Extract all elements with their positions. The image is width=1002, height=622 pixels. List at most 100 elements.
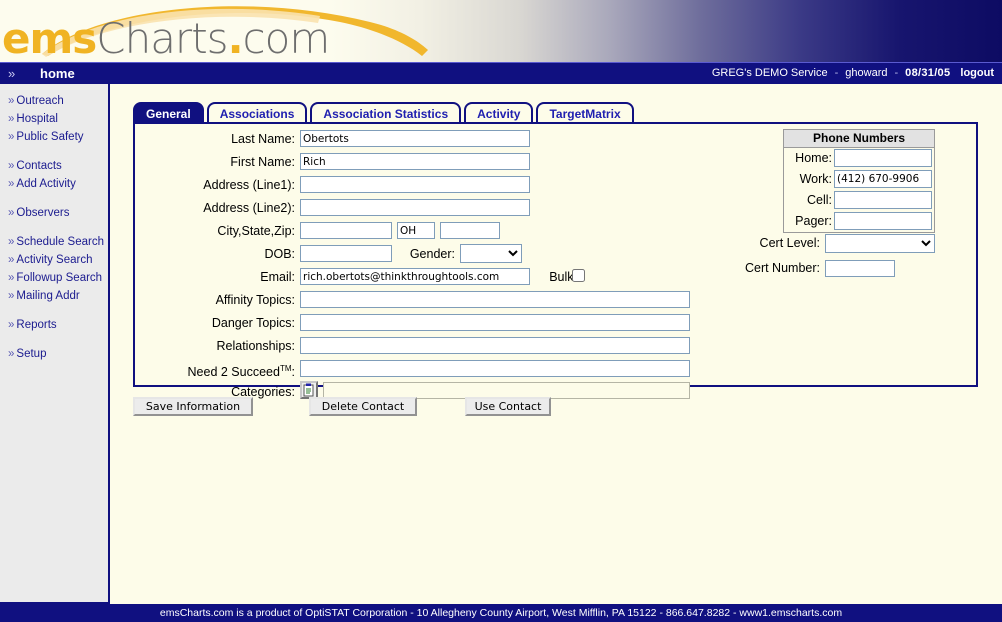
phone-label-home: Home:	[795, 151, 832, 165]
sidebar-item-label: Public Safety	[16, 131, 84, 143]
logo-text-dot: .	[227, 14, 244, 62]
tab-label: Activity	[477, 107, 521, 121]
last-name-input[interactable]	[300, 130, 530, 147]
tab-targetmatrix[interactable]: TargetMatrix	[536, 102, 634, 123]
main-content: General Associations Association Statistic…	[110, 84, 1002, 604]
need2succeed-label: Need 2 SucceedTM:	[155, 360, 295, 381]
phone-numbers-title: Phone Numbers	[784, 130, 934, 148]
sidebar-item-activity-search[interactable]: » Activity Search	[8, 251, 108, 269]
phone-input-work[interactable]	[834, 170, 932, 188]
address-line2-label: Address (Line2):	[203, 201, 295, 215]
gender-label: Gender:	[409, 247, 455, 261]
chevron-right-icon: »	[8, 178, 15, 190]
sidebar-item-add-activity[interactable]: » Add Activity	[8, 175, 108, 193]
nav-date: 08/31/05	[905, 67, 951, 79]
sidebar-item-label: Followup Search	[16, 272, 103, 284]
sidebar-item-label: Add Activity	[16, 178, 76, 190]
chevron-right-icon: »	[8, 131, 15, 143]
sidebar-item-hospital[interactable]: » Hospital	[8, 110, 108, 128]
sidebar-item-setup[interactable]: » Setup	[8, 345, 108, 363]
address-line2-input[interactable]	[300, 199, 530, 216]
need2succeed-label-text: Need 2 Succeed	[187, 365, 280, 380]
cert-number-input[interactable]	[825, 260, 895, 277]
cert-level-label: Cert Level:	[759, 236, 820, 250]
phone-input-pager[interactable]	[834, 212, 932, 230]
sidebar-item-outreach[interactable]: » Outreach	[8, 92, 108, 110]
bulk-checkbox[interactable]	[572, 269, 585, 282]
footer-bar: emsCharts.com is a product of OptiSTAT C…	[0, 604, 1002, 622]
zip-input[interactable]	[440, 222, 500, 239]
chevron-right-icon: »	[8, 207, 15, 219]
trademark-mark: TM	[279, 364, 292, 373]
sidebar-item-label: Outreach	[16, 95, 64, 107]
relationships-label: Relationships:	[216, 339, 295, 353]
save-information-button[interactable]: Save Information	[133, 397, 253, 416]
chevron-right-icon: »	[8, 236, 15, 248]
sidebar-group-divider	[8, 146, 108, 157]
chevron-right-icon: »	[8, 113, 15, 125]
first-name-input[interactable]	[300, 153, 530, 170]
site-logo: emsCharts.com	[2, 18, 330, 60]
button-label: Delete Contact	[321, 400, 405, 413]
city-state-zip-label: City,State,Zip:	[217, 224, 295, 238]
sidebar-group-divider	[8, 305, 108, 316]
phone-input-cell[interactable]	[834, 191, 932, 209]
nav-separator-1: -	[834, 67, 839, 79]
danger-topics-input[interactable]	[300, 314, 690, 331]
sidebar-item-mailing-addr[interactable]: » Mailing Addr	[8, 287, 108, 305]
tab-label: TargetMatrix	[549, 107, 621, 121]
nav-username: ghoward	[845, 67, 888, 79]
phone-row-cell: Cell:	[784, 190, 934, 211]
sidebar-group-divider	[8, 334, 108, 345]
tab-activity[interactable]: Activity	[464, 102, 534, 123]
tab-strip: General Associations Association Statistic…	[133, 102, 637, 124]
logout-link[interactable]: logout	[960, 67, 994, 79]
affinity-topics-input[interactable]	[300, 291, 690, 308]
use-contact-button[interactable]: Use Contact	[465, 397, 551, 416]
city-input[interactable]	[300, 222, 392, 239]
sidebar-group-divider	[8, 193, 108, 204]
logo-text-ems: ems	[2, 14, 97, 62]
address-line1-label: Address (Line1):	[203, 178, 295, 192]
phone-label-work: Work:	[799, 172, 832, 186]
tab-association-statistics[interactable]: Association Statistics	[310, 102, 462, 123]
cert-number-label: Cert Number:	[744, 261, 820, 275]
cert-level-select[interactable]	[825, 234, 935, 253]
nav-separator-2: -	[894, 67, 899, 79]
tab-label: Association Statistics	[323, 107, 449, 121]
last-name-label: Last Name:	[231, 132, 295, 146]
sidebar-item-label: Setup	[16, 348, 47, 360]
sidebar-item-schedule-search[interactable]: » Schedule Search	[8, 233, 108, 251]
sidebar-item-followup-search[interactable]: » Followup Search	[8, 269, 108, 287]
phone-row-pager: Pager:	[784, 211, 934, 232]
first-name-label: First Name:	[230, 155, 295, 169]
delete-contact-button[interactable]: Delete Contact	[309, 397, 417, 416]
tab-general[interactable]: General	[133, 102, 204, 123]
tab-label: Associations	[219, 107, 295, 121]
chevron-right-icon: »	[8, 160, 15, 172]
tab-associations[interactable]: Associations	[206, 102, 308, 123]
sidebar-item-observers[interactable]: » Observers	[8, 204, 108, 222]
nav-home-link[interactable]: home	[40, 66, 75, 81]
email-input[interactable]	[300, 268, 530, 285]
gender-select[interactable]	[460, 244, 522, 263]
state-input[interactable]	[397, 222, 435, 239]
need2succeed-input[interactable]	[300, 360, 690, 377]
header-band: emsCharts.com	[0, 0, 1002, 62]
chevron-right-icon: »	[8, 254, 15, 266]
phone-input-home[interactable]	[834, 149, 932, 167]
dob-label: DOB:	[264, 247, 295, 261]
contact-form-panel: Last Name: First Name: Address (Line1): …	[133, 122, 978, 399]
relationships-input[interactable]	[300, 337, 690, 354]
sidebar-item-reports[interactable]: » Reports	[8, 316, 108, 334]
address-line1-input[interactable]	[300, 176, 530, 193]
clipboard-picker-glyph	[303, 383, 314, 397]
page-body: » Outreach» Hospital» Public Safety» Contact…	[0, 84, 1002, 604]
sidebar-item-label: Hospital	[16, 113, 58, 125]
email-label: Email:	[260, 270, 295, 284]
button-label: Save Information	[145, 400, 241, 413]
sidebar-item-label: Schedule Search	[16, 236, 104, 248]
dob-input[interactable]	[300, 245, 392, 262]
sidebar-item-public-safety[interactable]: » Public Safety	[8, 128, 108, 146]
sidebar-item-contacts[interactable]: » Contacts	[8, 157, 108, 175]
